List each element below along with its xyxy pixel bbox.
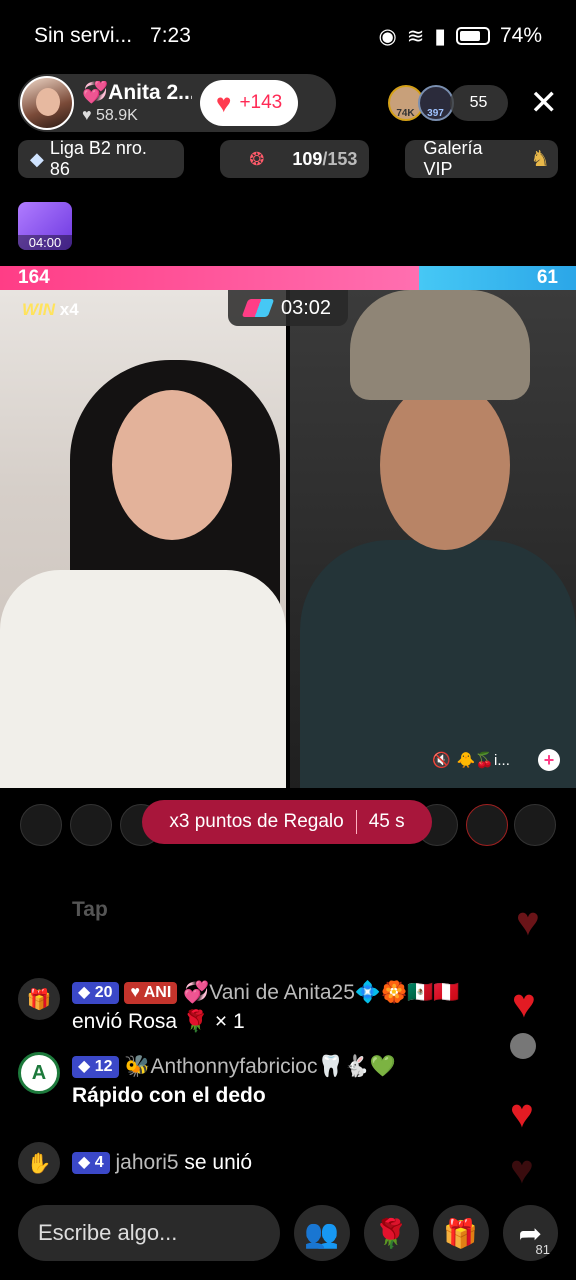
chat-message[interactable]: A ◆ 12 🐝Anthonnyfabricioc🦷🐇💚 Rápido con … — [18, 1052, 396, 1110]
share-button[interactable]: ➦ 81 — [502, 1205, 558, 1261]
viewer-avatar[interactable]: 397 — [417, 85, 454, 121]
opponent-name: 🐥🍒i... — [456, 752, 510, 769]
supporter-avatar[interactable] — [466, 804, 508, 846]
eye-icon: ◉ — [378, 24, 397, 48]
pk-right-score: 61 — [419, 266, 576, 290]
lion-icon: ♞ — [530, 146, 550, 171]
chat-message[interactable]: ✋ ◆ 4 jahori5 se unió — [18, 1142, 252, 1184]
diamond-icon: ◆ — [30, 148, 44, 169]
chat-text: Rápido con el dedo — [72, 1084, 266, 1107]
share-count: 81 — [535, 1242, 550, 1257]
win-streak: x4 — [59, 300, 79, 319]
goal-current: 109 — [292, 148, 323, 169]
viewer-badge: 74K — [396, 108, 415, 119]
fan-badge-label: ANI — [143, 984, 172, 1002]
heart-icon: ♥ — [512, 982, 536, 1026]
host-row: 💞Anita 2... ♥ 58.9K ♥ +143 74K 397 55 ✕ — [18, 74, 558, 132]
host-avatar[interactable] — [20, 76, 74, 130]
video-face — [380, 380, 510, 550]
opponent-video[interactable] — [290, 290, 576, 788]
wifi-icon: ≋ — [406, 24, 425, 48]
level-value: 4 — [94, 1154, 104, 1172]
pk-left-score: 164 — [0, 266, 420, 290]
bottom-bar: 👥 🌹 🎁 ➦ 81 — [18, 1204, 558, 1262]
host-video[interactable] — [0, 290, 286, 788]
chat-avatar[interactable]: A — [18, 1052, 60, 1094]
league-tag[interactable]: ◆ Liga B2 nro. 86 — [18, 138, 184, 179]
pk-right-value: 61 — [536, 267, 558, 288]
bonus-text: x3 puntos de Regalo — [169, 811, 344, 832]
level-badge: ◆ 4 — [72, 1152, 110, 1175]
chat-username[interactable]: 🐝Anthonnyfabricioc🦷🐇💚 — [124, 1055, 396, 1078]
floating-dot[interactable] — [510, 1033, 536, 1059]
viewer-list[interactable]: 74K 397 55 — [387, 85, 508, 121]
host-profile[interactable]: 💞Anita 2... ♥ 58.9K ♥ +143 — [18, 74, 336, 132]
pk-timer: 03:02 — [228, 290, 348, 326]
chat-username[interactable]: jahori5 — [116, 1151, 179, 1174]
rose-gift-button[interactable]: 🌹 — [363, 1205, 419, 1261]
gift-button[interactable]: 🎁 — [433, 1205, 489, 1261]
carrier-label: Sin servi... — [34, 24, 133, 47]
goal-total: /153 — [322, 148, 358, 169]
like-count: +143 — [239, 92, 283, 113]
pk-time: 03:02 — [280, 296, 332, 319]
win-label: WIN — [22, 300, 56, 319]
status-bar: Sin servi... 7:23 ◉ ≋ ▮ 74% — [0, 0, 576, 72]
chat-username[interactable]: 💞Vani de Anita25💠🏵️🇲🇽🇵🇪 — [183, 981, 459, 1004]
host-likes: ♥ 58.9K — [82, 107, 138, 124]
clock: 7:23 — [150, 24, 191, 47]
level-value: 12 — [94, 1058, 113, 1076]
close-icon[interactable]: ✕ — [530, 86, 559, 120]
chat-feed[interactable]: Tap 🎁 ◆ 20 ♥ ANI 💞Vani de Anita25💠🏵️🇲🇽🇵🇪… — [18, 898, 498, 1184]
tags-row: ◆ Liga B2 nro. 86 ❂ 109/153 Galería VIP … — [18, 138, 558, 179]
heart-icon: ♥ — [510, 1092, 534, 1136]
comment-input[interactable] — [18, 1205, 280, 1261]
viewer-badge: 397 — [427, 108, 444, 119]
pk-left-value: 164 — [18, 267, 50, 288]
video-face — [112, 390, 232, 540]
vip-label: Galería VIP — [423, 138, 483, 179]
divider — [355, 810, 357, 834]
gift-bonus-banner: x3 puntos de Regalo 45 s — [142, 800, 432, 844]
chat-text: se unió — [184, 1151, 253, 1174]
video-clothing — [0, 570, 286, 788]
treasure-timer: 04:00 — [18, 235, 72, 250]
follow-plus-icon[interactable]: + — [538, 749, 560, 771]
heart-icon: ♥ — [510, 1148, 534, 1192]
level-badge: ◆ 12 — [72, 1056, 119, 1079]
level-value: 20 — [94, 984, 113, 1002]
vip-gallery-button[interactable]: Galería VIP ♞ — [405, 138, 558, 179]
league-label: Liga B2 nro. 86 — [49, 138, 147, 179]
chat-faded-message: Tap — [72, 898, 108, 921]
supporter-avatar[interactable] — [20, 804, 62, 846]
fan-badge: ♥ ANI — [124, 982, 178, 1005]
opponent-name-tag[interactable]: 🔇 🐥🍒i... + — [432, 746, 560, 774]
mute-icon: 🔇 — [432, 752, 451, 769]
win-streak-badge: WIN x4 — [22, 300, 79, 320]
treasure-box[interactable]: 04:00 — [18, 202, 72, 250]
pk-icon — [241, 299, 275, 317]
chat-text: envió Rosa 🌹 × 1 — [72, 1010, 245, 1033]
signal-icon: ▮ — [434, 24, 446, 48]
bonus-seconds: 45 s — [368, 811, 405, 832]
supporter-avatar[interactable] — [514, 804, 556, 846]
multi-guest-button[interactable]: 👥 — [294, 1205, 350, 1261]
level-badge: ◆ 20 — [72, 982, 119, 1005]
wave-hand-icon: ✋ — [18, 1142, 60, 1184]
supporter-avatar[interactable] — [70, 804, 112, 846]
video-cap — [350, 290, 530, 400]
battery-icon — [455, 27, 490, 45]
heart-icon: ♥ — [216, 87, 232, 118]
battery-level: 74% — [499, 24, 542, 47]
host-name: 💞Anita 2... — [82, 81, 192, 104]
gift-goal-icon: ❂ — [249, 148, 265, 169]
viewer-count[interactable]: 55 — [449, 85, 508, 121]
like-button[interactable]: ♥ +143 — [200, 80, 299, 126]
chat-message[interactable]: 🎁 ◆ 20 ♥ ANI 💞Vani de Anita25💠🏵️🇲🇽🇵🇪 env… — [18, 978, 459, 1036]
pk-score-bar: 164 61 — [0, 266, 576, 290]
gift-icon: 🎁 — [18, 978, 60, 1020]
goal-tag[interactable]: ❂ 109/153 — [219, 140, 370, 178]
heart-icon: ♥ — [516, 900, 540, 944]
